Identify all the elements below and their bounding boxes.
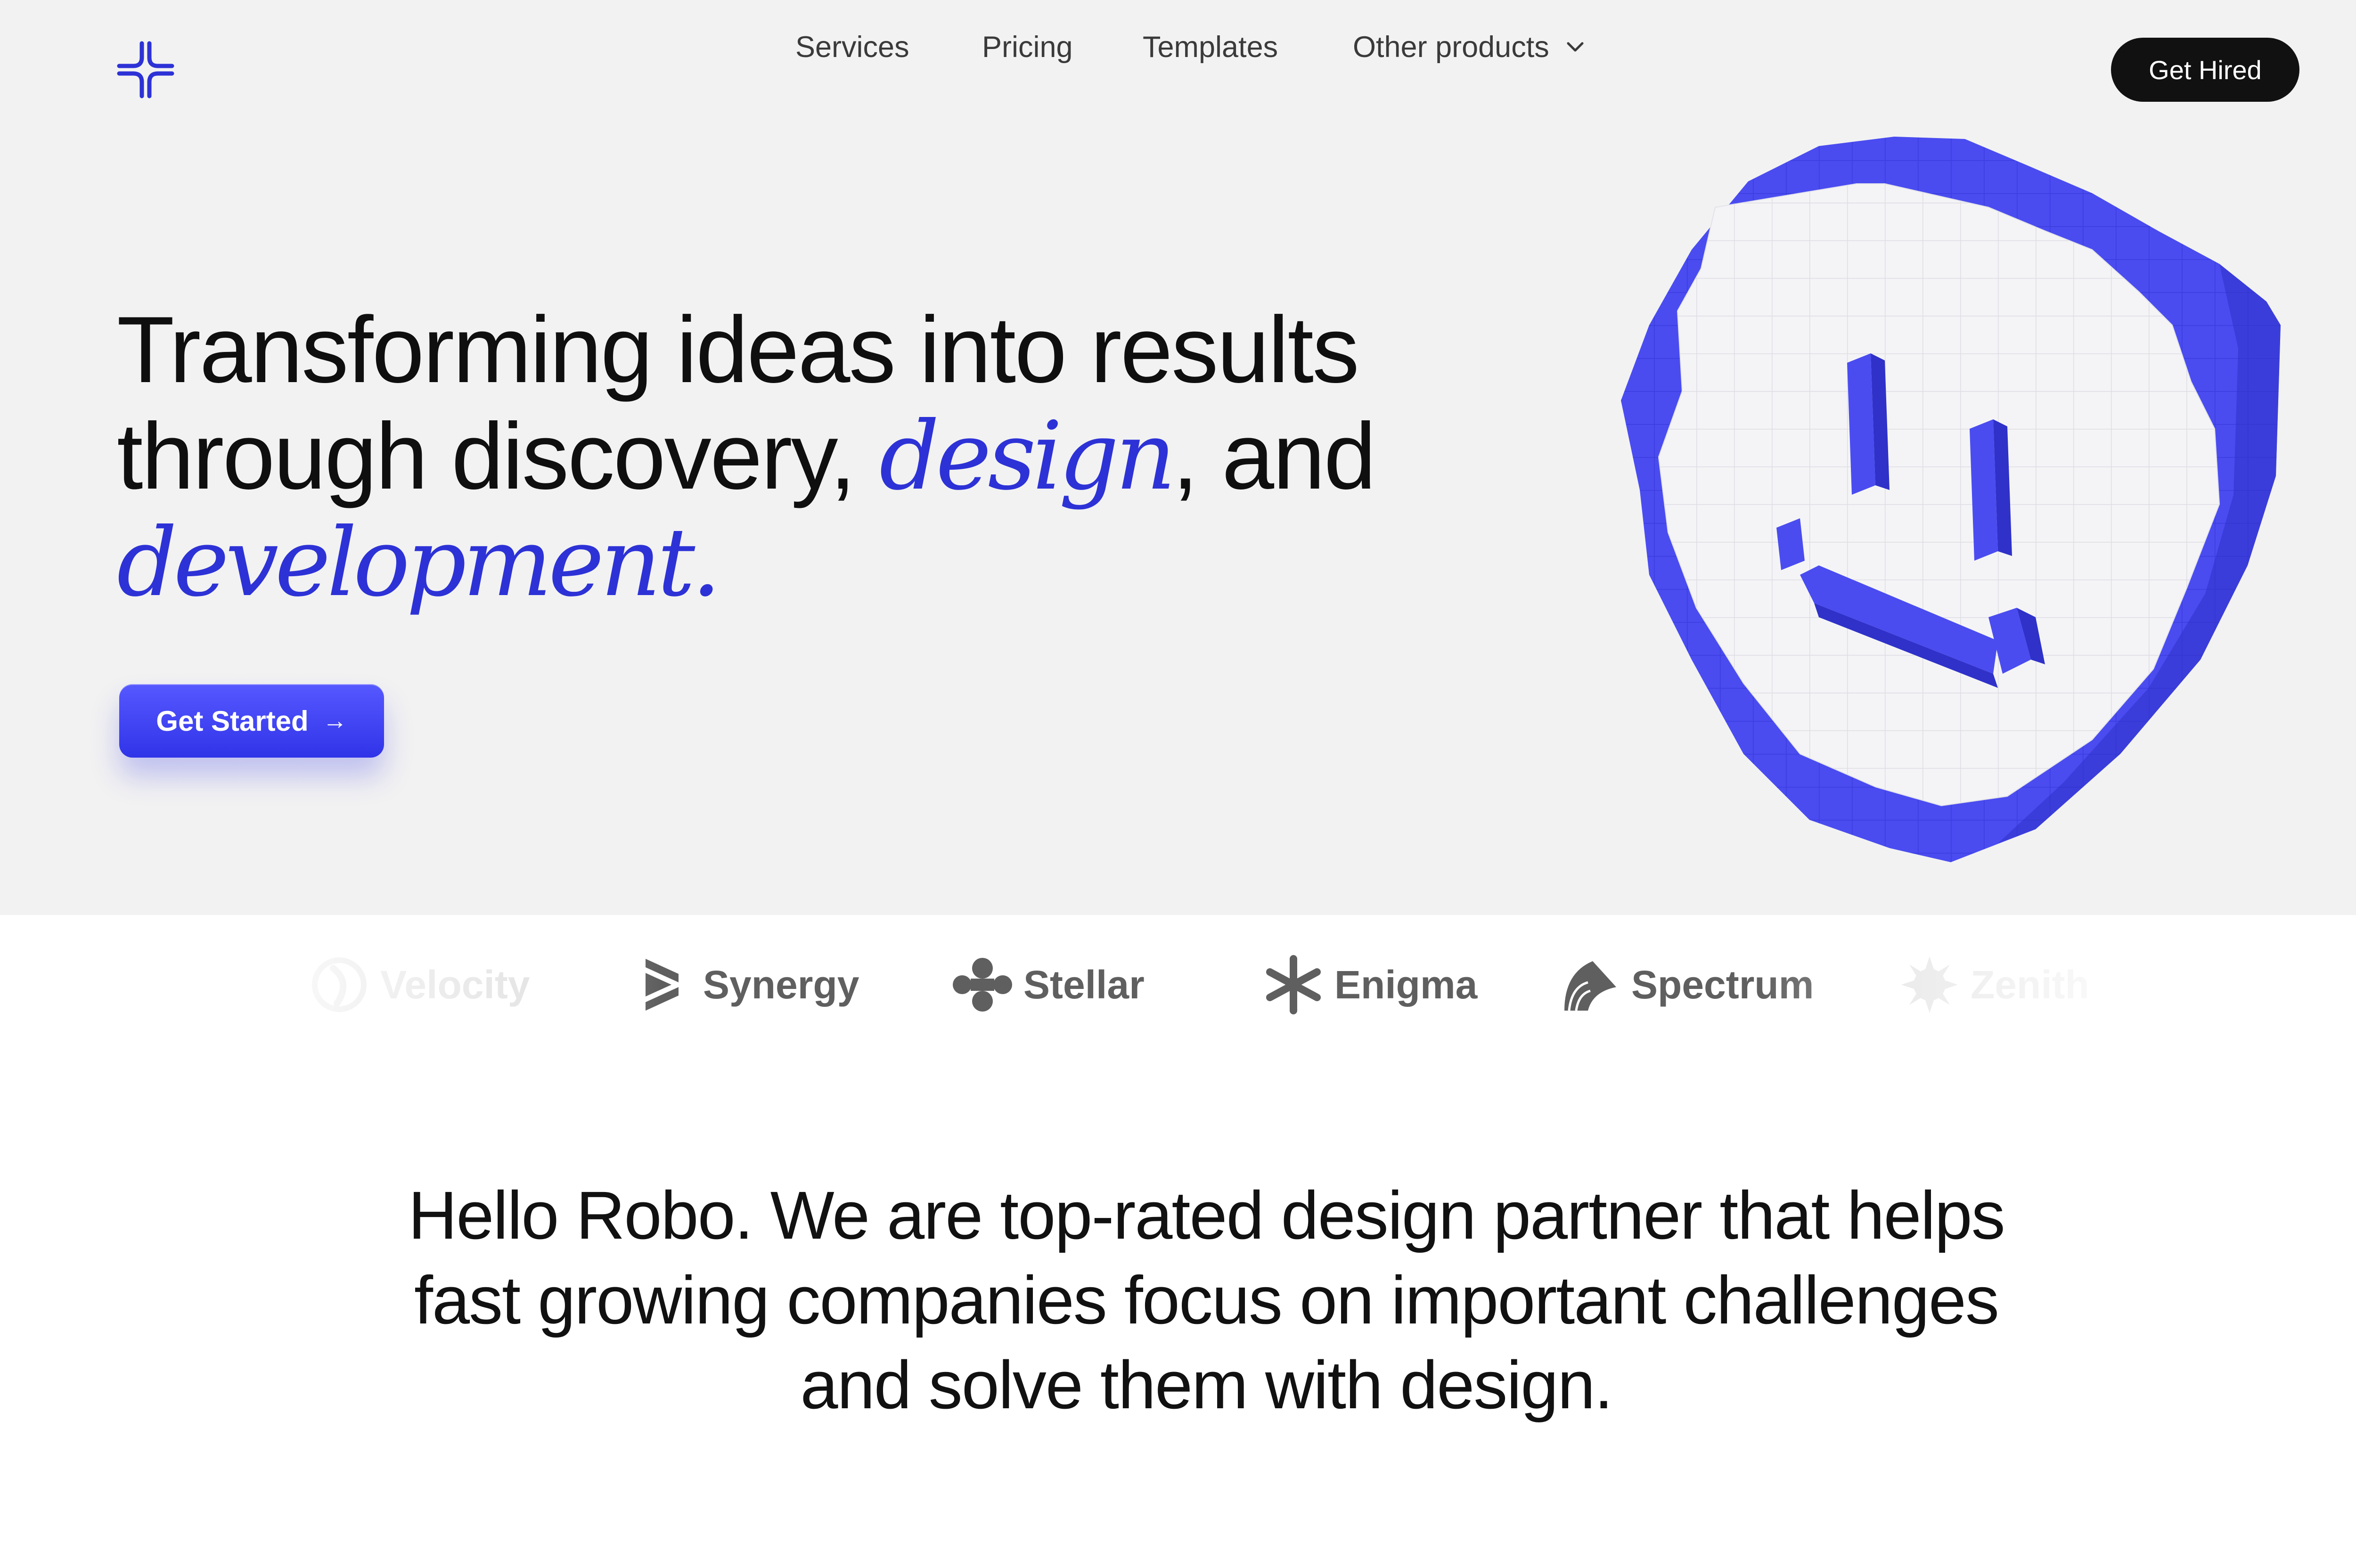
- nav-link-services[interactable]: Services: [795, 24, 909, 71]
- brand-stellar: Stellar: [952, 952, 1145, 1018]
- brand-stellar-label: Stellar: [1023, 962, 1145, 1007]
- spectrum-logo-icon: [1564, 961, 1616, 1011]
- nav-link-templates[interactable]: Templates: [1143, 24, 1278, 71]
- headline-text-2: , and: [1172, 404, 1376, 509]
- intro-statement: Hello Robo. We are top-rated design part…: [408, 1177, 2005, 1423]
- synergy-logo-icon: [646, 959, 679, 1011]
- brand-synergy: Synergy: [631, 952, 859, 1018]
- brand-enigma: Enigma: [1263, 952, 1477, 1018]
- stellar-logo-icon: [953, 958, 1012, 1012]
- arrow-right-icon: →: [322, 707, 347, 735]
- nav-link-pricing[interactable]: Pricing: [982, 24, 1073, 71]
- hero-headline: Transforming ideas into results through …: [117, 297, 1483, 616]
- get-started-button[interactable]: Get Started →: [119, 684, 384, 758]
- enigma-logo-icon: [1266, 955, 1321, 1014]
- headline-accent-design: design: [879, 401, 1176, 511]
- get-started-label: Get Started: [156, 705, 309, 737]
- brand-spectrum: Spectrum: [1560, 952, 1814, 1018]
- brand-velocity: Velocity: [309, 952, 530, 1018]
- brand-zenith: Zenith: [1899, 952, 2089, 1018]
- brand-spectrum-label: Spectrum: [1631, 962, 1814, 1007]
- sparkle-cross-icon[interactable]: [115, 40, 176, 100]
- nav-other-label: Other products: [1353, 31, 1549, 64]
- brand-enigma-label: Enigma: [1334, 962, 1478, 1007]
- nav-link-other-products[interactable]: Other products: [1353, 24, 1587, 71]
- headline-accent-development: development.: [117, 508, 721, 618]
- zenith-logo-icon: [1901, 956, 1958, 1013]
- pixel-smiley-illustration: [1621, 137, 2281, 862]
- brand-synergy-label: Synergy: [703, 962, 859, 1007]
- hero-section: Services Pricing Templates Other product…: [0, 0, 2356, 915]
- velocity-logo-icon: [312, 957, 367, 1012]
- get-hired-button[interactable]: Get Hired: [2111, 38, 2299, 102]
- chevron-down-icon: [1567, 42, 1584, 52]
- brand-velocity-label: Velocity: [380, 962, 530, 1007]
- brand-zenith-label: Zenith: [1971, 962, 2089, 1007]
